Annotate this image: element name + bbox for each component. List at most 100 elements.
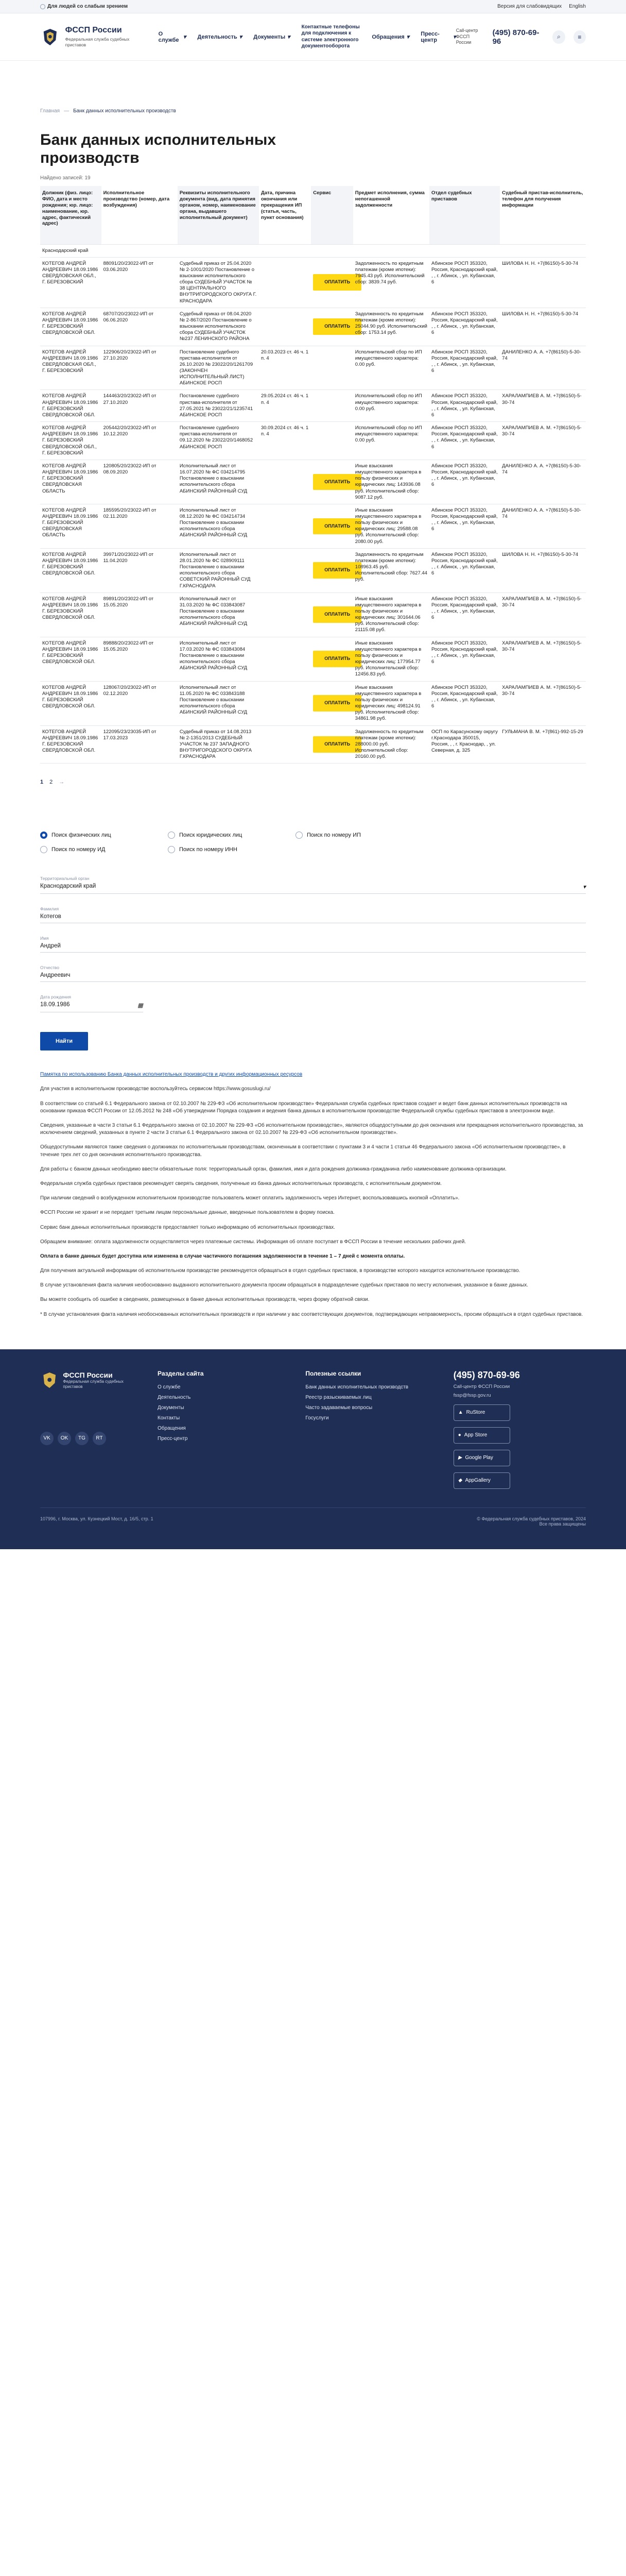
- table-row: КОТЕГОВ АНДРЕЙ АНДРЕЕВИЧ 18.09.1986 Г. Б…: [40, 308, 586, 346]
- footer-sections: Разделы сайта О службе Деятельность Доку…: [158, 1370, 285, 1489]
- low-vision-link[interactable]: Для людей со слабым зрением: [40, 4, 128, 9]
- nav-phones[interactable]: Контактные телефоны для подключения к си…: [302, 24, 361, 50]
- firstname-field[interactable]: Имя Андрей: [40, 931, 586, 953]
- debtor-cell: КОТЕГОВ АНДРЕЙ АНДРЕЕВИЧ 18.09.1986 Г. Б…: [40, 681, 101, 726]
- nav-documents[interactable]: Документы ▾: [253, 24, 290, 50]
- subject-cell: Иные взыскания имущественного характера …: [353, 637, 430, 682]
- page-title: Банк данных исполнительных производств: [40, 131, 276, 166]
- pay-button[interactable]: ОПЛАТИТЬ: [313, 606, 362, 623]
- end-reason-cell: 29.05.2024 ст. 46 ч. 1 п. 4: [258, 389, 311, 422]
- service-cell: ОПЛАТИТЬ: [311, 548, 362, 593]
- debtor-cell: КОТЕГОВ АНДРЕЙ АНДРЕЕВИЧ 18.09.1986 Г. Б…: [40, 592, 101, 637]
- pay-button[interactable]: ОПЛАТИТЬ: [313, 518, 362, 535]
- site-footer: ФССП России Федеральная служба судебных …: [0, 1349, 626, 1549]
- version-link[interactable]: Версия для слабовидящих: [497, 4, 562, 9]
- footer-link[interactable]: Банк данных исполнительных производств: [305, 1384, 432, 1390]
- subject-cell: Задолженность по кредитным платежам (кро…: [353, 308, 430, 346]
- footer-link[interactable]: Обращения: [158, 1426, 285, 1431]
- radio-id[interactable]: Поиск по номеру ИД: [40, 846, 143, 854]
- table-row: КОТЕГОВ АНДРЕЙ АНДРЕЕВИЧ 18.09.1986 СВЕР…: [40, 257, 586, 308]
- footer-link[interactable]: О службе: [158, 1384, 285, 1390]
- end-reason-cell: [258, 637, 311, 682]
- googleplay-badge[interactable]: ▶ Google Play: [453, 1449, 510, 1466]
- service-cell: ОПЛАТИТЬ: [311, 504, 362, 549]
- apple-icon: ●: [458, 1432, 461, 1438]
- radio-person[interactable]: Поиск физических лиц: [40, 832, 143, 839]
- column-header: Отдел судебных приставов: [429, 186, 500, 245]
- debtor-cell: КОТЕГОВ АНДРЕЙ АНДРЕЕВИЧ 18.09.1986 Г. Б…: [40, 548, 101, 593]
- nav-appeals[interactable]: Обращения ▾: [372, 24, 409, 50]
- rustore-badge[interactable]: ▲ RuStore: [453, 1404, 510, 1421]
- department-cell: Абинское РОСП 353320, Россия, Краснодарс…: [429, 681, 500, 726]
- footer-link[interactable]: Контакты: [158, 1415, 285, 1421]
- menu-icon[interactable]: ≡: [573, 30, 586, 44]
- footer-phone[interactable]: (495) 870-69-96: [454, 1370, 586, 1381]
- header-phone[interactable]: (495) 870-69-96: [493, 28, 545, 46]
- department-cell: Абинское РОСП 353320, Россия, Краснодарс…: [429, 460, 500, 504]
- site-logo[interactable]: ФССП России Федеральная служба судебных …: [40, 25, 138, 49]
- search-form: Территориальный орган Краснодарский край…: [40, 872, 586, 1051]
- footer-link[interactable]: Реестр разыскиваемых лиц: [305, 1395, 432, 1400]
- nav-press[interactable]: Пресс-центр ▾: [421, 24, 456, 50]
- next-page-icon[interactable]: →: [59, 779, 64, 785]
- pay-button[interactable]: ОПЛАТИТЬ: [313, 562, 362, 579]
- pay-button[interactable]: ОПЛАТИТЬ: [313, 736, 362, 753]
- footer-email[interactable]: fssp@fssp.gov.ru: [454, 1393, 586, 1398]
- info-section: Памятка по использованию Банка данных ис…: [40, 1071, 586, 1318]
- footer-link[interactable]: Пресс-центр: [158, 1436, 285, 1442]
- page-1[interactable]: 1: [40, 779, 43, 785]
- radio-ip[interactable]: Поиск по номеру ИП: [295, 832, 398, 839]
- region-select[interactable]: Территориальный орган Краснодарский край…: [40, 872, 586, 894]
- page-2[interactable]: 2: [49, 779, 53, 785]
- footer-link[interactable]: Госуслуги: [305, 1415, 432, 1421]
- appstore-badge[interactable]: ● App Store: [453, 1427, 510, 1444]
- footer-link[interactable]: Документы: [158, 1405, 285, 1411]
- lastname-field[interactable]: Фамилия Котегов: [40, 902, 586, 924]
- department-cell: Абинское РОСП 353320, Россия, Краснодарс…: [429, 637, 500, 682]
- telegram-icon[interactable]: TG: [75, 1431, 89, 1445]
- table-row: КОТЕГОВ АНДРЕЙ АНДРЕЕВИЧ 18.09.1986 Г. Б…: [40, 725, 586, 764]
- nav-about[interactable]: О службе ▾: [159, 24, 186, 50]
- debtor-cell: КОТЕГОВ АНДРЕЙ АНДРЕЕВИЧ 18.09.1986 Г. Б…: [40, 460, 101, 504]
- huawei-icon: ◆: [458, 1478, 462, 1484]
- footer-contacts: (495) 870-69-96 Call-центр ФССП России f…: [453, 1370, 586, 1489]
- pay-button[interactable]: ОПЛАТИТЬ: [313, 318, 362, 335]
- search-icon[interactable]: ⌕: [552, 30, 565, 44]
- info-paragraph: * В случае установления факта наличия не…: [40, 1311, 583, 1317]
- rutube-icon[interactable]: RT: [93, 1431, 106, 1445]
- patronymic-field[interactable]: Отчество Андреевич: [40, 961, 586, 982]
- table-row: КОТЕГОВ АНДРЕЙ АНДРЕЕВИЧ 18.09.1986 Г. Б…: [40, 681, 586, 726]
- footer-link[interactable]: Часто задаваемые вопросы: [305, 1405, 432, 1411]
- pay-button[interactable]: ОПЛАТИТЬ: [313, 651, 362, 667]
- appgallery-badge[interactable]: ◆ AppGallery: [453, 1472, 510, 1489]
- find-button[interactable]: Найти: [40, 1032, 88, 1051]
- site-header: ФССП России Федеральная служба судебных …: [0, 13, 626, 61]
- pay-button[interactable]: ОПЛАТИТЬ: [313, 473, 362, 490]
- radio-company[interactable]: Поиск юридических лиц: [168, 832, 271, 839]
- copyright: © Федеральная служба судебных приставов,…: [477, 1516, 586, 1521]
- radio-inn[interactable]: Поиск по номеру ИНН: [168, 846, 271, 854]
- rights: Все права защищены: [539, 1521, 586, 1527]
- ok-icon[interactable]: OK: [58, 1431, 71, 1445]
- language-link[interactable]: English: [569, 4, 586, 9]
- birthdate-field[interactable]: Дата рождения 18.09.1986 ▦: [40, 990, 143, 1013]
- info-paragraph: ФССП России не хранит и не передает трет…: [40, 1210, 335, 1216]
- emblem-icon: [43, 28, 57, 45]
- breadcrumb-home[interactable]: Главная: [40, 108, 60, 114]
- nav-activity[interactable]: Деятельность ▾: [197, 24, 242, 50]
- pay-button[interactable]: ОПЛАТИТЬ: [313, 274, 362, 291]
- footer-link[interactable]: Деятельность: [158, 1395, 285, 1400]
- subject-cell: Иные взыскания имущественного характера …: [353, 592, 430, 637]
- debtor-cell: КОТЕГОВ АНДРЕЙ АНДРЕЕВИЧ 18.09.1986 Г. Б…: [40, 504, 101, 549]
- vk-icon[interactable]: VK: [40, 1431, 54, 1445]
- end-reason-cell: [258, 460, 311, 504]
- ip-cell: 144463/20/23022-ИП от 27.10.2020: [101, 389, 178, 422]
- pay-button[interactable]: ОПЛАТИТЬ: [313, 695, 362, 711]
- footer-logo[interactable]: ФССП России Федеральная служба судебных …: [40, 1370, 137, 1391]
- service-cell: ОПЛАТИТЬ: [311, 592, 362, 637]
- info-paragraph: Для участия в исполнительном производств…: [40, 1086, 271, 1092]
- info-paragraph: Для работы с банком данных необходимо вв…: [40, 1166, 507, 1172]
- memo-link[interactable]: Памятка по использованию Банка данных ис…: [40, 1072, 302, 1077]
- end-reason-cell: [258, 504, 311, 549]
- debtor-cell: КОТЕГОВ АНДРЕЙ АНДРЕЕВИЧ 18.09.1986 Г. Б…: [40, 389, 101, 422]
